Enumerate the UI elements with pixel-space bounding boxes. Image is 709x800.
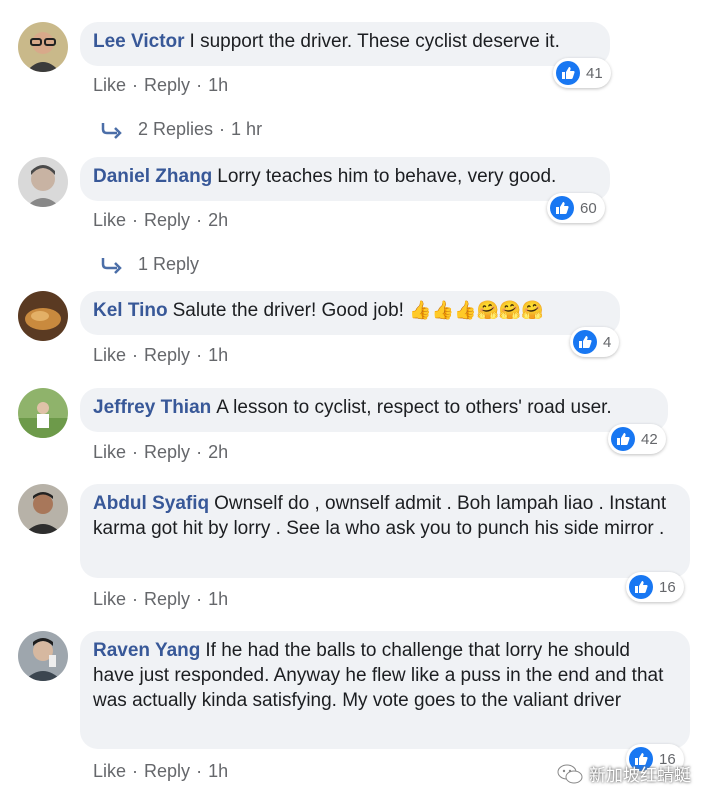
comment-actions: Like · Reply · 1h <box>93 345 228 366</box>
comment-bubble: Kel Tino Salute the driver! Good job! 👍👍👍… <box>80 291 620 335</box>
reaction-number: 60 <box>580 199 597 217</box>
comment-author[interactable]: Abdul Syafiq <box>93 493 209 514</box>
like-link[interactable]: Like <box>93 589 126 609</box>
like-reaction-icon <box>573 330 597 354</box>
reply-link[interactable]: Reply <box>144 442 190 462</box>
reply-arrow-icon <box>101 122 122 139</box>
view-replies-link[interactable]: 1 Reply <box>100 254 199 275</box>
comment-time[interactable]: 2h <box>208 442 228 462</box>
separator: · <box>219 119 226 139</box>
comment-time[interactable]: 1h <box>208 75 228 95</box>
like-link[interactable]: Like <box>93 442 126 462</box>
reply-link[interactable]: Reply <box>144 210 190 230</box>
comment-bubble: Raven Yang If he had the balls to challen… <box>80 631 690 749</box>
comment-time[interactable]: 1h <box>208 345 228 365</box>
separator: · <box>132 589 139 609</box>
comment-author[interactable]: Jeffrey Thian <box>93 397 211 418</box>
reaction-number: 41 <box>586 64 603 82</box>
like-reaction-icon <box>556 61 580 85</box>
comment-actions: Like · Reply · 2h <box>93 442 228 463</box>
avatar[interactable] <box>18 22 68 72</box>
reply-arrow-icon <box>101 257 122 274</box>
reaction-number: 42 <box>641 430 658 448</box>
comment-text: Salute the driver! Good job! <box>172 300 404 321</box>
like-link[interactable]: Like <box>93 210 126 230</box>
reply-link[interactable]: Reply <box>144 345 190 365</box>
comment-actions: Like · Reply · 2h <box>93 210 228 231</box>
reaction-number: 16 <box>659 578 676 596</box>
avatar[interactable] <box>18 291 68 341</box>
comment-actions: Like · Reply · 1h <box>93 589 228 610</box>
reply-link[interactable]: Reply <box>144 589 190 609</box>
separator: · <box>196 345 203 365</box>
comment-text: A lesson to cyclist, respect to others' … <box>216 397 612 418</box>
like-link[interactable]: Like <box>93 761 126 781</box>
comment-author[interactable]: Kel Tino <box>93 300 168 321</box>
replies-count[interactable]: 1 Reply <box>138 254 199 275</box>
watermark: 新加坡红蜻蜓 <box>557 761 691 786</box>
like-link[interactable]: Like <box>93 345 126 365</box>
replies-count[interactable]: 2 Replies <box>138 119 213 140</box>
comment-actions: Like · Reply · 1h <box>93 761 228 782</box>
avatar[interactable] <box>18 484 68 534</box>
separator: · <box>196 75 203 95</box>
separator: · <box>196 210 203 230</box>
reaction-count[interactable]: 16 <box>626 572 684 602</box>
separator: · <box>196 589 203 609</box>
reply-link[interactable]: Reply <box>144 761 190 781</box>
reaction-count[interactable]: 42 <box>608 424 666 454</box>
separator: · <box>132 442 139 462</box>
comment-author[interactable]: Raven Yang <box>93 640 200 661</box>
comment-time[interactable]: 1h <box>208 761 228 781</box>
avatar[interactable] <box>18 631 68 681</box>
separator: · <box>196 442 203 462</box>
watermark-text: 新加坡红蜻蜓 <box>589 766 691 786</box>
separator: · <box>132 210 139 230</box>
comment-bubble: Lee Victor I support the driver. These cy… <box>80 22 610 66</box>
like-reaction-icon <box>629 575 653 599</box>
avatar[interactable] <box>18 157 68 207</box>
separator: · <box>132 75 139 95</box>
wechat-icon <box>557 764 583 783</box>
reaction-count[interactable]: 60 <box>547 193 605 223</box>
avatar[interactable] <box>18 388 68 438</box>
comment-time[interactable]: 2h <box>208 210 228 230</box>
separator: · <box>196 761 203 781</box>
reaction-count[interactable]: 41 <box>553 58 611 88</box>
replies-time: 1 hr <box>231 119 263 139</box>
like-reaction-icon <box>550 196 574 220</box>
separator: · <box>132 761 139 781</box>
separator: · <box>132 345 139 365</box>
reaction-count[interactable]: 4 <box>570 327 620 357</box>
like-link[interactable]: Like <box>93 75 126 95</box>
comment-actions: Like · Reply · 1h <box>93 75 228 96</box>
comment-bubble: Daniel Zhang Lorry teaches him to behave,… <box>80 157 610 201</box>
like-reaction-icon <box>611 427 635 451</box>
comment-author[interactable]: Daniel Zhang <box>93 166 212 187</box>
comment-text: I support the driver. These cyclist dese… <box>189 31 560 52</box>
comment-bubble: Abdul Syafiq Ownself do , ownself admit .… <box>80 484 690 578</box>
emoji-sequence: 👍👍👍🤗🤗🤗 <box>409 300 544 321</box>
view-replies-link[interactable]: 2 Replies · 1 hr <box>100 119 262 140</box>
comment-bubble: Jeffrey Thian A lesson to cyclist, respec… <box>80 388 668 432</box>
reply-link[interactable]: Reply <box>144 75 190 95</box>
comment-time[interactable]: 1h <box>208 589 228 609</box>
reaction-number: 4 <box>603 333 612 351</box>
comment-author[interactable]: Lee Victor <box>93 31 185 52</box>
comment-text: Lorry teaches him to behave, very good. <box>217 166 557 187</box>
